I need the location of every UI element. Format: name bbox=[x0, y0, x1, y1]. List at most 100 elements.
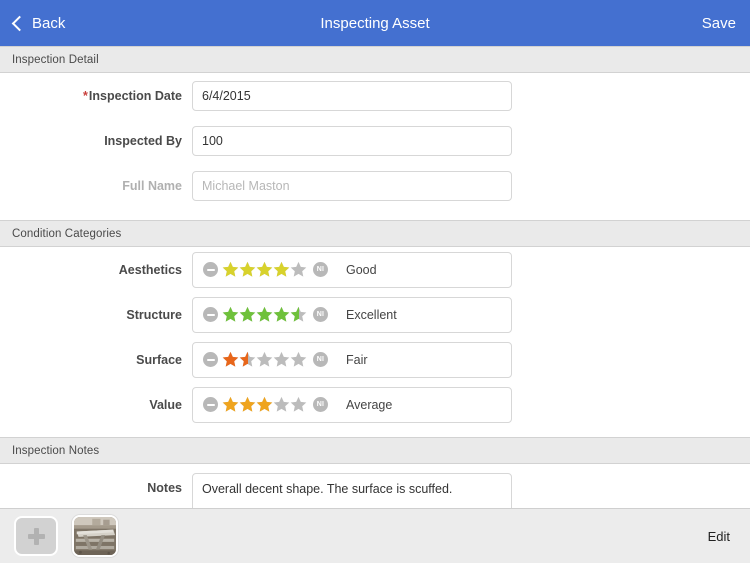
star-filled-icon bbox=[239, 396, 256, 413]
star-1[interactable] bbox=[222, 261, 239, 278]
full-name-label: Full Name bbox=[122, 178, 182, 193]
save-button[interactable]: Save bbox=[702, 15, 736, 32]
rating-text-surface: Fair bbox=[346, 352, 368, 367]
star-rating-widget[interactable]: NI bbox=[203, 261, 328, 278]
rating-row-value: Value NI Average bbox=[0, 382, 750, 427]
form-row-inspected-by: Inspected By 100 bbox=[0, 118, 750, 163]
star-5[interactable] bbox=[290, 396, 307, 413]
star-filled-icon bbox=[222, 306, 239, 323]
star-5[interactable] bbox=[290, 261, 307, 278]
minus-circle-icon[interactable] bbox=[203, 262, 218, 277]
rating-label-value: Value bbox=[149, 397, 182, 412]
edit-button[interactable]: Edit bbox=[708, 529, 736, 544]
full-name-input[interactable]: Michael Maston bbox=[192, 170, 512, 201]
star-filled-icon bbox=[222, 351, 239, 368]
star-filled-icon bbox=[239, 306, 256, 323]
inspection-date-input[interactable]: 6/4/2015 bbox=[192, 80, 512, 111]
star-4[interactable] bbox=[273, 396, 290, 413]
inspected-by-value: 100 bbox=[202, 133, 223, 148]
star-2[interactable] bbox=[239, 351, 256, 368]
star-3[interactable] bbox=[256, 306, 273, 323]
rating-control-structure[interactable]: NI Excellent bbox=[192, 296, 512, 333]
not-inspected-badge[interactable]: NI bbox=[313, 352, 328, 367]
star-filled-icon bbox=[222, 261, 239, 278]
rating-text-structure: Excellent bbox=[346, 307, 397, 322]
form-row-inspection-date: *Inspection Date 6/4/2015 bbox=[0, 73, 750, 118]
star-filled-icon bbox=[239, 261, 256, 278]
star-3[interactable] bbox=[256, 396, 273, 413]
stars-group[interactable] bbox=[222, 261, 307, 278]
rating-row-surface: Surface NI Fair bbox=[0, 337, 750, 382]
rating-control-value[interactable]: NI Average bbox=[192, 386, 512, 423]
star-1[interactable] bbox=[222, 306, 239, 323]
section-header-condition-categories: Condition Categories bbox=[0, 220, 750, 247]
star-filled-icon bbox=[273, 306, 290, 323]
star-4[interactable] bbox=[273, 261, 290, 278]
star-filled-icon bbox=[273, 261, 290, 278]
star-5[interactable] bbox=[290, 351, 307, 368]
chevron-left-icon bbox=[11, 15, 28, 31]
required-asterisk-icon: * bbox=[83, 88, 88, 103]
inspection-date-label-text: Inspection Date bbox=[88, 88, 182, 103]
inspected-by-label: Inspected By bbox=[104, 133, 182, 148]
star-2[interactable] bbox=[239, 306, 256, 323]
back-button[interactable]: Back bbox=[11, 15, 65, 31]
minus-circle-icon[interactable] bbox=[203, 397, 218, 412]
rating-control-aesthetics[interactable]: NI Good bbox=[192, 251, 512, 288]
star-empty-icon bbox=[273, 351, 290, 368]
star-rating-widget[interactable]: NI bbox=[203, 396, 328, 413]
star-2[interactable] bbox=[239, 396, 256, 413]
star-filled-icon bbox=[256, 396, 273, 413]
star-empty-icon bbox=[290, 351, 307, 368]
not-inspected-badge[interactable]: NI bbox=[313, 397, 328, 412]
inspection-date-label: *Inspection Date bbox=[0, 89, 192, 103]
full-name-placeholder: Michael Maston bbox=[202, 178, 290, 193]
not-inspected-badge[interactable]: NI bbox=[313, 307, 328, 322]
notes-label: Notes bbox=[147, 481, 182, 495]
stars-group[interactable] bbox=[222, 306, 307, 323]
star-empty-icon bbox=[256, 351, 273, 368]
picnic-table-photo-icon bbox=[74, 517, 116, 555]
form-scroll-area[interactable]: Inspection Detail *Inspection Date 6/4/2… bbox=[0, 46, 750, 508]
notes-textarea[interactable]: Overall decent shape. The surface is scu… bbox=[192, 473, 512, 508]
star-filled-icon bbox=[256, 261, 273, 278]
minus-circle-icon[interactable] bbox=[203, 307, 218, 322]
form-row-notes: Notes Overall decent shape. The surface … bbox=[0, 464, 750, 508]
form-row-full-name: Full Name Michael Maston bbox=[0, 163, 750, 208]
star-5[interactable] bbox=[290, 306, 307, 323]
star-filled-icon bbox=[222, 396, 239, 413]
stars-group[interactable] bbox=[222, 396, 307, 413]
inspected-by-input[interactable]: 100 bbox=[192, 125, 512, 156]
star-filled-icon bbox=[290, 306, 299, 323]
star-empty-icon bbox=[290, 396, 307, 413]
star-1[interactable] bbox=[222, 351, 239, 368]
minus-circle-icon[interactable] bbox=[203, 352, 218, 367]
star-3[interactable] bbox=[256, 351, 273, 368]
rating-row-structure: Structure NI Excellent bbox=[0, 292, 750, 337]
rating-text-aesthetics: Good bbox=[346, 262, 377, 277]
stars-group[interactable] bbox=[222, 351, 307, 368]
star-3[interactable] bbox=[256, 261, 273, 278]
inspecting-asset-screen: Back Inspecting Asset Save Inspection De… bbox=[0, 0, 750, 563]
star-2[interactable] bbox=[239, 261, 256, 278]
star-filled-icon bbox=[239, 351, 248, 368]
rating-label-structure: Structure bbox=[126, 307, 182, 322]
photo-toolbar: Edit bbox=[0, 508, 750, 563]
inspection-date-value: 6/4/2015 bbox=[202, 88, 251, 103]
rating-text-value: Average bbox=[346, 397, 393, 412]
star-rating-widget[interactable]: NI bbox=[203, 351, 328, 368]
star-empty-icon bbox=[290, 261, 307, 278]
section-header-inspection-notes: Inspection Notes bbox=[0, 437, 750, 464]
star-filled-icon bbox=[256, 306, 273, 323]
star-4[interactable] bbox=[273, 351, 290, 368]
star-rating-widget[interactable]: NI bbox=[203, 306, 328, 323]
section-header-inspection-detail: Inspection Detail bbox=[0, 46, 750, 73]
add-photo-button[interactable] bbox=[14, 516, 58, 556]
star-4[interactable] bbox=[273, 306, 290, 323]
rating-control-surface[interactable]: NI Fair bbox=[192, 341, 512, 378]
not-inspected-badge[interactable]: NI bbox=[313, 262, 328, 277]
star-1[interactable] bbox=[222, 396, 239, 413]
rating-label-surface: Surface bbox=[136, 352, 182, 367]
plus-icon bbox=[27, 527, 45, 545]
photo-thumbnail[interactable] bbox=[72, 515, 118, 557]
